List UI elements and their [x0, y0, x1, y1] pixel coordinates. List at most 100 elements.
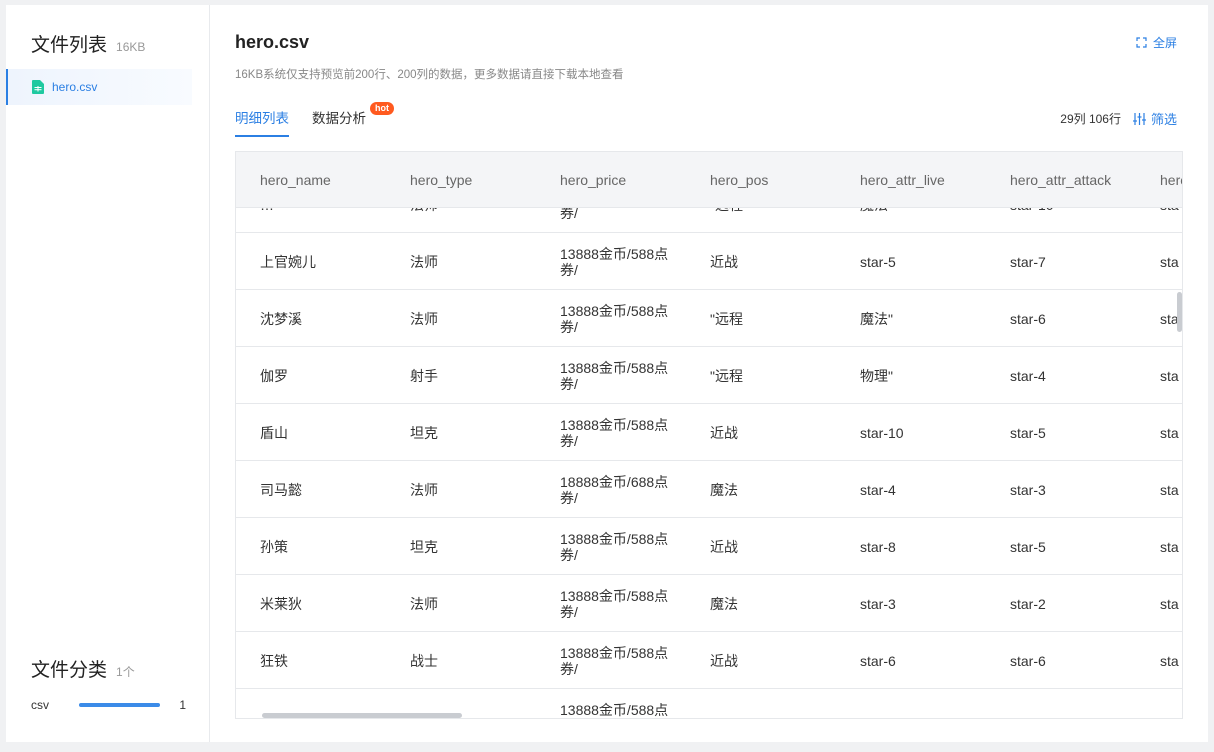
data-table[interactable]: …法师13888金币/588点券/"远程魔法"star-10sta上官婉儿法师1… [235, 151, 1183, 719]
table-cell: star-3 [1010, 481, 1046, 498]
table-cell: 司马懿 [260, 481, 302, 498]
table-cell: 孙策 [260, 538, 288, 555]
column-header[interactable]: hero_type [410, 152, 472, 208]
column-header[interactable]: hero_price [560, 152, 626, 208]
table-cell: 13888金币/588点券/ [560, 587, 669, 620]
table-row[interactable]: 盾山 坦克 13888金币/588点券/近战 star-10 star-5 sta [236, 404, 1182, 461]
table-cell: 狂铁 [260, 652, 288, 669]
table-cell: star-5 [1010, 424, 1046, 441]
tab-detail-list-label: 明细列表 [235, 111, 289, 126]
tab-detail-list[interactable]: 明细列表 [235, 107, 289, 137]
table-cell: 伽罗 [260, 367, 288, 384]
table-cell: 13888金币/588点券/ [560, 530, 669, 563]
hot-badge: hot [370, 102, 394, 115]
category-name: csv [31, 698, 49, 712]
table-cell: star-4 [1010, 367, 1046, 384]
table-cell: star-4 [860, 481, 896, 498]
table-row[interactable]: 孙策 坦克 13888金币/588点券/近战 star-8 star-5 sta [236, 518, 1182, 575]
table-row[interactable]: 伽罗 射手 13888金币/588点券/ "远程 物理" star-4 sta [236, 347, 1182, 404]
table-row[interactable]: 狂铁 战士 13888金币/588点券/近战 star-6 star-6 sta [236, 632, 1182, 689]
table-row[interactable]: 沈梦溪 法师 13888金币/588点券/ "远程 魔法" star-6 sta [236, 290, 1182, 347]
table-cell: 沈梦溪 [260, 310, 302, 327]
file-list-total-size: 16KB [116, 40, 146, 54]
table-cell: sta [1160, 652, 1179, 669]
table-cell: 坦克 [410, 424, 438, 441]
table-cell: 射手 [410, 367, 438, 384]
table-cell: "远程 [710, 310, 743, 327]
table-cell: 13888金币/588点券/ [560, 701, 669, 719]
table-body: …法师13888金币/588点券/"远程魔法"star-10sta上官婉儿法师1… [236, 152, 1182, 719]
tab-data-analysis-label: 数据分析 [312, 111, 366, 126]
horizontal-scrollbar[interactable] [262, 713, 462, 718]
table-cell: 魔法 [710, 481, 738, 498]
sidebar: 文件列表 16KB hero.csv 文件分类 1个 csv 1 [6, 5, 210, 742]
table-cell: "远程 [710, 367, 743, 384]
column-row-count: 29列 106行 [1060, 112, 1121, 126]
category-bar [79, 703, 160, 707]
table-header: hero_name hero_type hero_price hero_pos hero… [236, 152, 1182, 208]
table-cell: sta [1160, 253, 1179, 270]
table-cell: 近战 [710, 538, 738, 555]
table-cell: 13888金币/588点券/ [560, 644, 669, 677]
table-cell: star-5 [860, 253, 896, 270]
app-frame: 文件列表 16KB hero.csv 文件分类 1个 csv 1 hero.cs… [6, 5, 1208, 742]
table-cell: star-5 [1010, 538, 1046, 555]
table-cell: star-2 [1010, 595, 1046, 612]
table-cell: star-8 [860, 538, 896, 555]
fullscreen-button[interactable]: 全屏 [1136, 34, 1177, 51]
table-cell: 18888金币/688点券/ [560, 473, 669, 506]
table-cell: 魔法 [710, 595, 738, 612]
table-cell: 近战 [710, 652, 738, 669]
file-category-count: 1个 [116, 665, 135, 679]
vertical-scrollbar[interactable] [1177, 292, 1182, 332]
table-cell: 法师 [410, 481, 438, 498]
file-item-hero-csv[interactable]: hero.csv [6, 69, 192, 105]
table-cell: sta [1160, 538, 1179, 555]
table-cell: 近战 [710, 424, 738, 441]
table-cell: 战士 [410, 652, 438, 669]
category-row-csv: csv 1 [31, 695, 186, 715]
table-cell: star-6 [1010, 652, 1046, 669]
filter-button[interactable]: 筛选 [1132, 109, 1177, 128]
fullscreen-label: 全屏 [1152, 36, 1177, 50]
table-cell: star-6 [1010, 310, 1046, 327]
page-title: hero.csv [235, 32, 310, 52]
table-cell: 法师 [410, 253, 438, 270]
file-list-title: 文件列表 [31, 35, 108, 56]
table-cell: 13888金币/588点券/ [560, 416, 669, 449]
preview-notice: 16KB系统仅支持预览前200行、200列的数据，更多数据请直接下载本地查看 [235, 69, 624, 81]
tab-data-analysis[interactable]: 数据分析 hot [312, 102, 394, 137]
view-tabs: 明细列表 数据分析 hot [235, 102, 394, 137]
table-cell: 魔法" [860, 310, 893, 327]
column-header[interactable]: hero_ [1160, 152, 1182, 208]
table-cell: 法师 [410, 595, 438, 612]
table-cell: sta [1160, 481, 1179, 498]
category-count: 1 [179, 698, 186, 712]
file-list-header: 文件列表 16KB [31, 30, 145, 57]
column-header[interactable]: hero_attr_attack [1010, 152, 1111, 208]
main-panel: hero.csv 16KB系统仅支持预览前200行、200列的数据，更多数据请直… [211, 5, 1208, 742]
table-stats: 29列 106行 筛选 [1060, 109, 1177, 128]
table-cell: 上官婉儿 [260, 253, 316, 270]
table-cell: star-3 [860, 595, 896, 612]
table-cell: sta [1160, 595, 1179, 612]
column-header[interactable]: hero_name [260, 152, 331, 208]
table-cell: star-7 [1010, 253, 1046, 270]
table-cell: 法师 [410, 310, 438, 327]
column-header[interactable]: hero_attr_live [860, 152, 945, 208]
table-cell: 物理" [860, 367, 893, 384]
table-cell: 盾山 [260, 424, 288, 441]
file-category-header: 文件分类 1个 [31, 655, 135, 682]
table-row[interactable]: 司马懿 法师 18888金币/688点券/魔法 star-4 star-3 sta [236, 461, 1182, 518]
table-cell: sta [1160, 367, 1179, 384]
column-header[interactable]: hero_pos [710, 152, 768, 208]
table-cell: 近战 [710, 253, 738, 270]
table-cell: 13888金币/588点券/ [560, 245, 669, 278]
table-cell: 13888金币/588点券/ [560, 359, 669, 392]
table-cell: 坦克 [410, 538, 438, 555]
filter-icon [1132, 112, 1146, 125]
table-row[interactable]: 米莱狄 法师 13888金币/588点券/魔法 star-3 star-2 sta [236, 575, 1182, 632]
table-row[interactable]: 上官婉儿 法师 13888金币/588点券/近战 star-5 star-7 sta [236, 233, 1182, 290]
file-item-label: hero.csv [52, 80, 98, 94]
filter-label: 筛选 [1150, 112, 1177, 127]
